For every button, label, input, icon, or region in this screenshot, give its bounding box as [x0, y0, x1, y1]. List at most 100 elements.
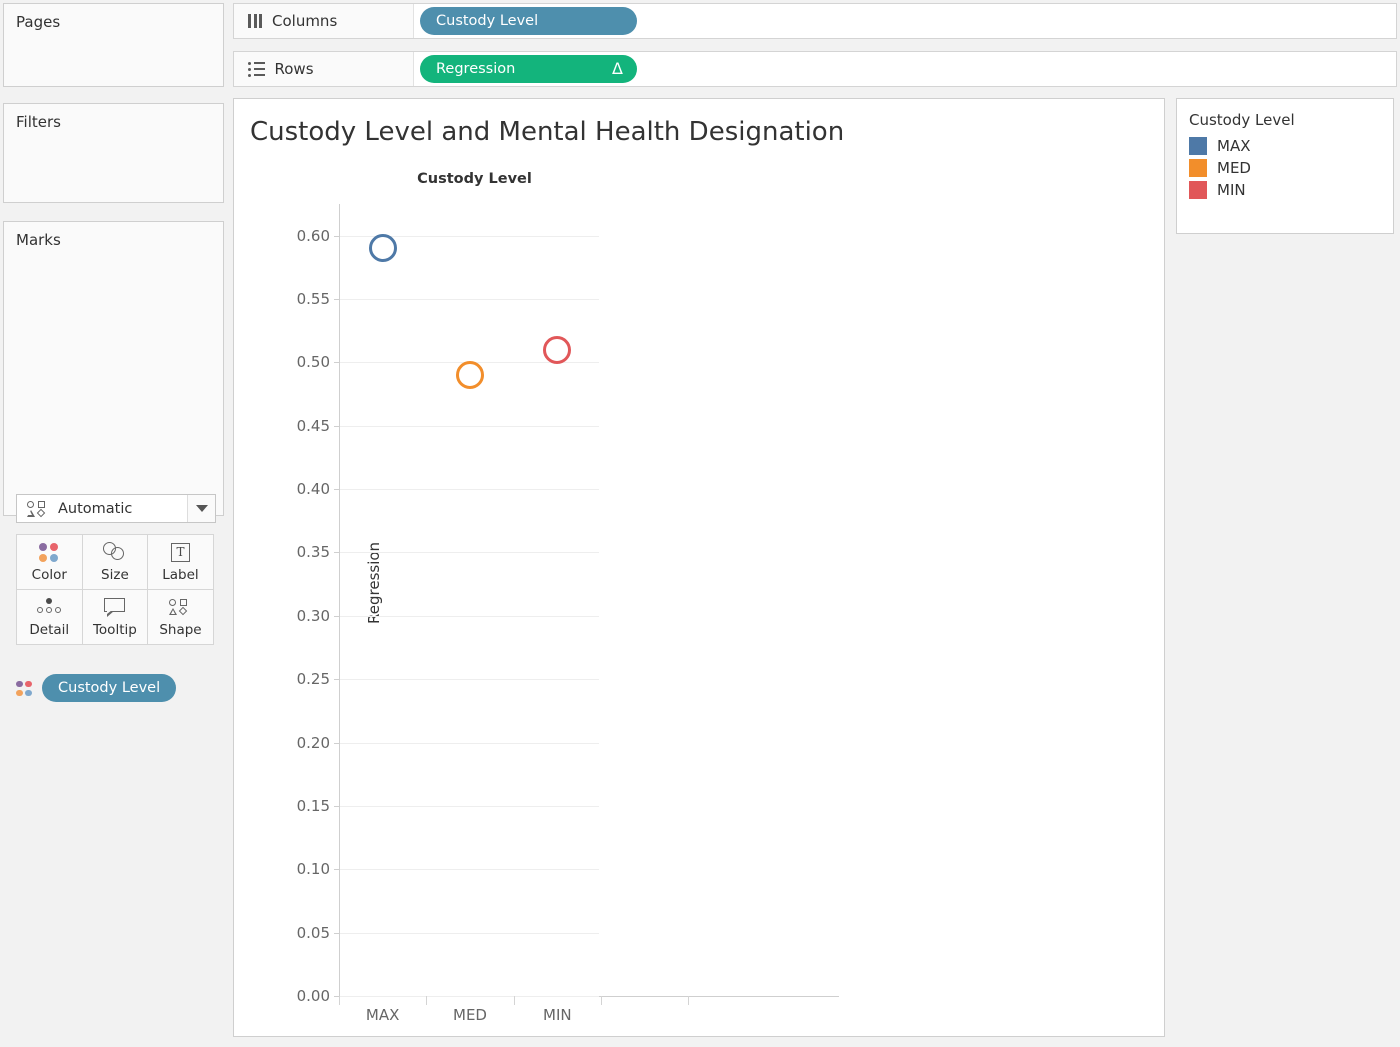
gridline	[340, 426, 599, 427]
label-glyph: T	[171, 543, 190, 562]
y-tick-label: 0.55	[297, 290, 330, 308]
data-point-marker[interactable]	[369, 234, 397, 262]
x-tick-label[interactable]: MAX	[366, 1006, 399, 1024]
columns-icon	[248, 14, 262, 28]
y-axis-line	[339, 204, 340, 996]
scatter-plot-area[interactable]: Regression 0.000.050.100.150.200.250.300…	[339, 204, 601, 996]
y-tick-mark	[334, 933, 339, 934]
columns-shelf: Columns Custody Level	[233, 3, 1397, 39]
columns-shelf-label: Columns	[234, 4, 414, 38]
gridline	[340, 679, 599, 680]
marks-buttons-grid: Color Size T Label	[16, 534, 216, 644]
legend-item[interactable]: MED	[1177, 157, 1393, 179]
size-circles-icon	[103, 541, 127, 563]
x-tick-separator	[688, 996, 689, 1005]
marks-detail-button[interactable]: Detail	[16, 589, 83, 645]
marks-label-button[interactable]: T Label	[147, 534, 214, 590]
pages-shelf[interactable]: Pages	[3, 3, 224, 87]
legend-item[interactable]: MAX	[1177, 135, 1393, 157]
calculated-field-delta-icon: Δ	[612, 61, 623, 77]
legend-title: Custody Level	[1177, 99, 1393, 135]
y-tick-mark	[334, 616, 339, 617]
data-point-marker[interactable]	[456, 361, 484, 389]
x-tick-separator	[426, 996, 427, 1005]
pages-shelf-title: Pages	[4, 4, 223, 31]
mark-type-select[interactable]: Automatic	[16, 494, 216, 523]
marks-tooltip-label: Tooltip	[93, 622, 137, 638]
y-tick-mark	[334, 869, 339, 870]
rows-shelf-dropzone[interactable]: Regression Δ	[414, 52, 1396, 86]
gridline	[340, 552, 599, 553]
gridline	[340, 933, 599, 934]
marks-shape-button[interactable]: Shape	[147, 589, 214, 645]
color-legend: Custody Level MAX MED MIN	[1176, 98, 1394, 234]
gridline	[340, 489, 599, 490]
y-tick-label: 0.30	[297, 607, 330, 625]
marks-buttons-row-2: Detail Tooltip Shape	[16, 589, 216, 644]
shape-glyph-icon	[169, 596, 191, 618]
legend-item-label: MAX	[1217, 137, 1250, 155]
page-title: Custody Level and Mental Health Designat…	[250, 117, 844, 147]
color-dots-icon	[16, 681, 32, 696]
tooltip-bubble-icon	[104, 596, 126, 618]
marks-size-button[interactable]: Size	[82, 534, 149, 590]
marks-buttons-row-1: Color Size T Label	[16, 534, 216, 589]
rows-shelf: Rows Regression Δ	[233, 51, 1397, 87]
rows-pill-label: Regression	[436, 61, 515, 77]
x-tick-label[interactable]: MED	[453, 1006, 487, 1024]
rows-shelf-label: Rows	[234, 52, 414, 86]
chevron-down-icon	[196, 505, 208, 512]
y-tick-mark	[334, 806, 339, 807]
gridline	[340, 743, 599, 744]
legend-color-swatch	[1189, 137, 1207, 155]
y-tick-label: 0.25	[297, 670, 330, 688]
mark-type-dropdown-arrow[interactable]	[187, 495, 215, 522]
marks-encoding-row: Custody Level	[16, 674, 176, 702]
rows-shelf-label-text: Rows	[275, 60, 314, 78]
y-tick-label: 0.05	[297, 924, 330, 942]
rows-pill-regression[interactable]: Regression Δ	[420, 55, 637, 83]
label-text-icon: T	[171, 541, 190, 563]
marks-color-label: Color	[32, 567, 67, 583]
marks-size-label: Size	[101, 567, 129, 583]
gridline	[340, 299, 599, 300]
detail-dots-icon	[36, 596, 62, 618]
y-tick-label: 0.60	[297, 227, 330, 245]
legend-item[interactable]: MIN	[1177, 179, 1393, 201]
y-tick-mark	[334, 679, 339, 680]
mark-type-label: Automatic	[17, 500, 187, 518]
legend-item-label: MIN	[1217, 181, 1246, 199]
filters-shelf[interactable]: Filters	[3, 103, 224, 203]
columns-shelf-dropzone[interactable]: Custody Level	[414, 4, 1396, 38]
x-tick-label[interactable]: MIN	[543, 1006, 572, 1024]
y-tick-label: 0.20	[297, 734, 330, 752]
x-tick-separator	[339, 996, 340, 1005]
y-tick-label: 0.10	[297, 860, 330, 878]
y-tick-mark	[334, 426, 339, 427]
y-tick-mark	[334, 552, 339, 553]
color-dots-icon	[39, 541, 59, 563]
y-axis-title: Regression	[365, 542, 383, 624]
x-tick-separator	[514, 996, 515, 1005]
legend-items: MAX MED MIN	[1177, 135, 1393, 201]
shape-glyph-icon	[27, 500, 49, 518]
marks-card: Marks Automatic Color	[3, 221, 224, 516]
marks-label-label: Label	[162, 567, 198, 583]
y-tick-mark	[334, 489, 339, 490]
legend-color-swatch	[1189, 159, 1207, 177]
columns-pill-custody-level[interactable]: Custody Level	[420, 7, 637, 35]
tableau-worksheet: Pages Filters Marks Automatic	[0, 0, 1400, 1047]
marks-tooltip-button[interactable]: Tooltip	[82, 589, 149, 645]
marks-card-title: Marks	[4, 222, 223, 249]
marks-color-button[interactable]: Color	[16, 534, 83, 590]
data-point-marker[interactable]	[543, 336, 571, 364]
columns-shelf-label-text: Columns	[272, 12, 337, 30]
gridline	[340, 806, 599, 807]
y-tick-label: 0.50	[297, 353, 330, 371]
y-tick-label: 0.00	[297, 987, 330, 1005]
y-tick-label: 0.15	[297, 797, 330, 815]
legend-color-swatch	[1189, 181, 1207, 199]
marks-color-pill[interactable]: Custody Level	[42, 674, 176, 702]
y-tick-mark	[334, 362, 339, 363]
marks-detail-label: Detail	[29, 622, 69, 638]
